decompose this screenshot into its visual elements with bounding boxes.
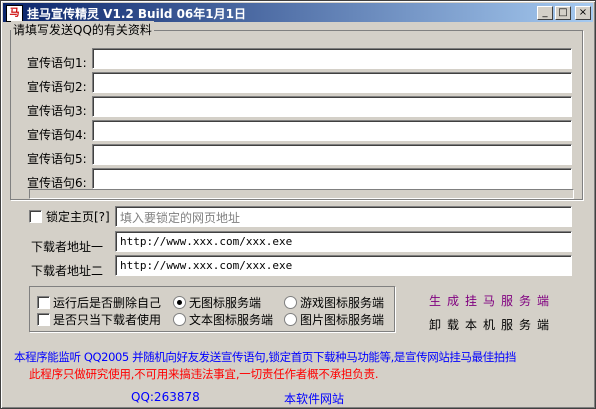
only-downloader-checkbox[interactable] [37,313,50,326]
homepage-url-input[interactable]: 填入要锁定的网页地址 [115,206,572,227]
radio-text-icon[interactable] [173,313,186,326]
website-link[interactable]: 本软件网站 [284,390,344,407]
slogan-5-input[interactable] [92,144,572,165]
radio-game-icon[interactable] [284,296,297,309]
lock-homepage-checkbox[interactable] [29,210,42,223]
delete-self-checkbox[interactable] [37,296,50,309]
uninstall-server-button[interactable]: 卸载本机服务端 [429,316,555,333]
radio-no-icon-label: 无图标服务端 [189,296,262,310]
main-window: 马 挂马宣传精灵 V1.2 Build 06年1月1日 _ □ × 请填写发送Q… [0,0,596,409]
downloader-url-2-label: 下载者地址二 [31,264,104,278]
radio-no-icon[interactable] [173,296,186,309]
minimize-button[interactable]: _ [537,6,553,20]
qq-contact: QQ:263878 [131,390,200,404]
slogan-2-input[interactable] [92,72,572,93]
radio-image-icon[interactable] [284,313,297,326]
generate-server-button[interactable]: 生成挂马服务端 [429,292,555,309]
radio-text-icon-label: 文本图标服务端 [189,313,274,327]
downloader-url-1-label: 下载者地址一 [31,240,104,254]
slogan-1-label: 宣传语句1: [27,56,87,70]
slogan-4-input[interactable] [92,120,572,141]
radio-game-icon-label: 游戏图标服务端 [300,296,385,310]
close-button[interactable]: × [575,6,591,20]
slogan-group-title: 请填写发送QQ的有关资料 [11,21,154,38]
slogan-4-label: 宣传语句4: [27,128,87,142]
window-title: 挂马宣传精灵 V1.2 Build 06年1月1日 [27,7,246,21]
slogan-3-input[interactable] [92,96,572,117]
slogan-6-input[interactable] [92,168,572,189]
slogan-3-label: 宣传语句3: [27,104,87,118]
slogan-2-label: 宣传语句2: [27,80,87,94]
slogan-1-input[interactable] [92,48,572,69]
downloader-url-2-input[interactable]: http://www.xxx.com/xxx.exe [115,255,572,276]
app-icon[interactable]: 马 [6,5,23,22]
maximize-button[interactable]: □ [555,6,571,20]
downloader-url-1-input[interactable]: http://www.xxx.com/xxx.exe [115,231,572,252]
title-bar[interactable]: 马 挂马宣传精灵 V1.2 Build 06年1月1日 _ □ × [3,3,593,22]
info-line-2: 此程序只做研究使用,不可用来搞违法事宜,一切责任作者概不承担负责. [29,367,379,381]
only-downloader-label: 是否只当下载者使用 [53,313,162,327]
slogan-5-label: 宣传语句5: [27,152,87,166]
radio-image-icon-label: 图片图标服务端 [300,313,385,327]
delete-self-label: 运行后是否删除自己 [53,296,162,310]
info-line-1: 本程序能监听 QQ2005 并随机向好友发送宣传语句,锁定首页下载种马功能等,是… [14,350,516,364]
lock-homepage-label: 锁定主页[?] [46,210,110,224]
progress-bar [29,189,574,199]
